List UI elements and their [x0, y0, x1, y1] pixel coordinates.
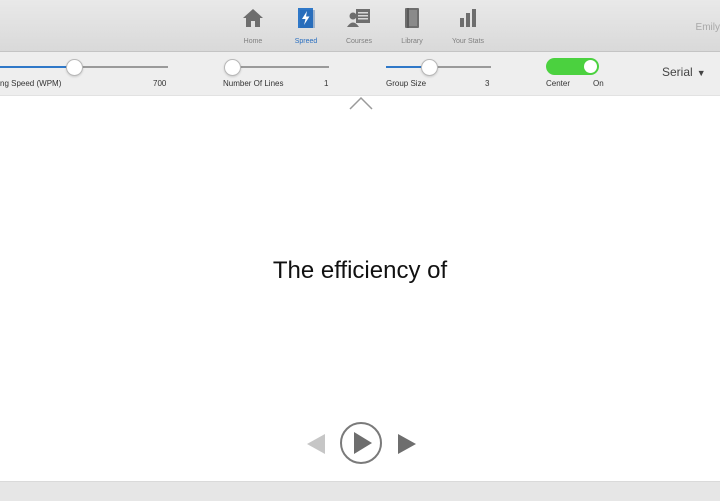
- center-toggle[interactable]: [546, 58, 599, 75]
- reading-word-display: The efficiency of: [272, 257, 448, 284]
- speed-slider-fill: [0, 66, 70, 68]
- lines-label: Number Of Lines: [223, 79, 284, 88]
- library-book-icon: [400, 6, 424, 30]
- play-button[interactable]: [339, 421, 383, 470]
- top-nav-bar: Home Spreed Courses Library Your Stats E…: [0, 0, 720, 52]
- nav-label-stats: Your Stats: [451, 38, 485, 45]
- courses-icon: [347, 6, 371, 30]
- lines-slider-thumb[interactable]: [224, 59, 241, 76]
- spreed-bolt-icon: [294, 6, 318, 30]
- center-toggle-knob: [584, 60, 597, 73]
- group-label: Group Size: [386, 79, 427, 88]
- speed-label: ng Speed (WPM): [0, 79, 62, 88]
- nav-item-home[interactable]: Home: [223, 6, 283, 48]
- speed-value: 700: [153, 79, 167, 88]
- nav-label-library: Library: [401, 38, 423, 45]
- user-name[interactable]: Emily: [696, 22, 720, 33]
- collapse-chevron-up-icon[interactable]: [349, 96, 373, 110]
- next-button[interactable]: [397, 433, 417, 460]
- nav-label-home: Home: [243, 38, 263, 45]
- triangle-right-icon: [398, 434, 416, 454]
- display-mode-value: Serial: [662, 65, 693, 79]
- lines-value: 1: [324, 79, 329, 88]
- stats-bar-icon: [456, 6, 480, 30]
- triangle-left-icon: [307, 434, 325, 454]
- nav-item-spreed[interactable]: Spreed: [276, 6, 336, 48]
- lines-slider-track[interactable]: [229, 66, 329, 68]
- nav-label-courses: Courses: [345, 38, 373, 45]
- home-icon: [241, 6, 265, 30]
- bottom-bar: [0, 481, 720, 501]
- nav-item-stats[interactable]: Your Stats: [438, 6, 498, 48]
- center-state: On: [593, 79, 604, 88]
- display-mode-select[interactable]: Serial ▼: [662, 65, 706, 79]
- nav-item-library[interactable]: Library: [382, 6, 442, 48]
- previous-button[interactable]: [306, 433, 326, 460]
- group-value: 3: [485, 79, 490, 88]
- play-icon: [340, 422, 382, 464]
- reading-controls-bar: ng Speed (WPM) 700 Number Of Lines 1 Gro…: [0, 52, 720, 96]
- nav-item-courses[interactable]: Courses: [329, 6, 389, 48]
- nav-label-spreed: Spreed: [294, 38, 318, 45]
- center-label: Center: [546, 79, 571, 88]
- speed-slider-thumb[interactable]: [66, 59, 83, 76]
- group-slider-thumb[interactable]: [421, 59, 438, 76]
- playback-controls: [0, 420, 720, 468]
- chevron-down-icon: ▼: [696, 68, 706, 78]
